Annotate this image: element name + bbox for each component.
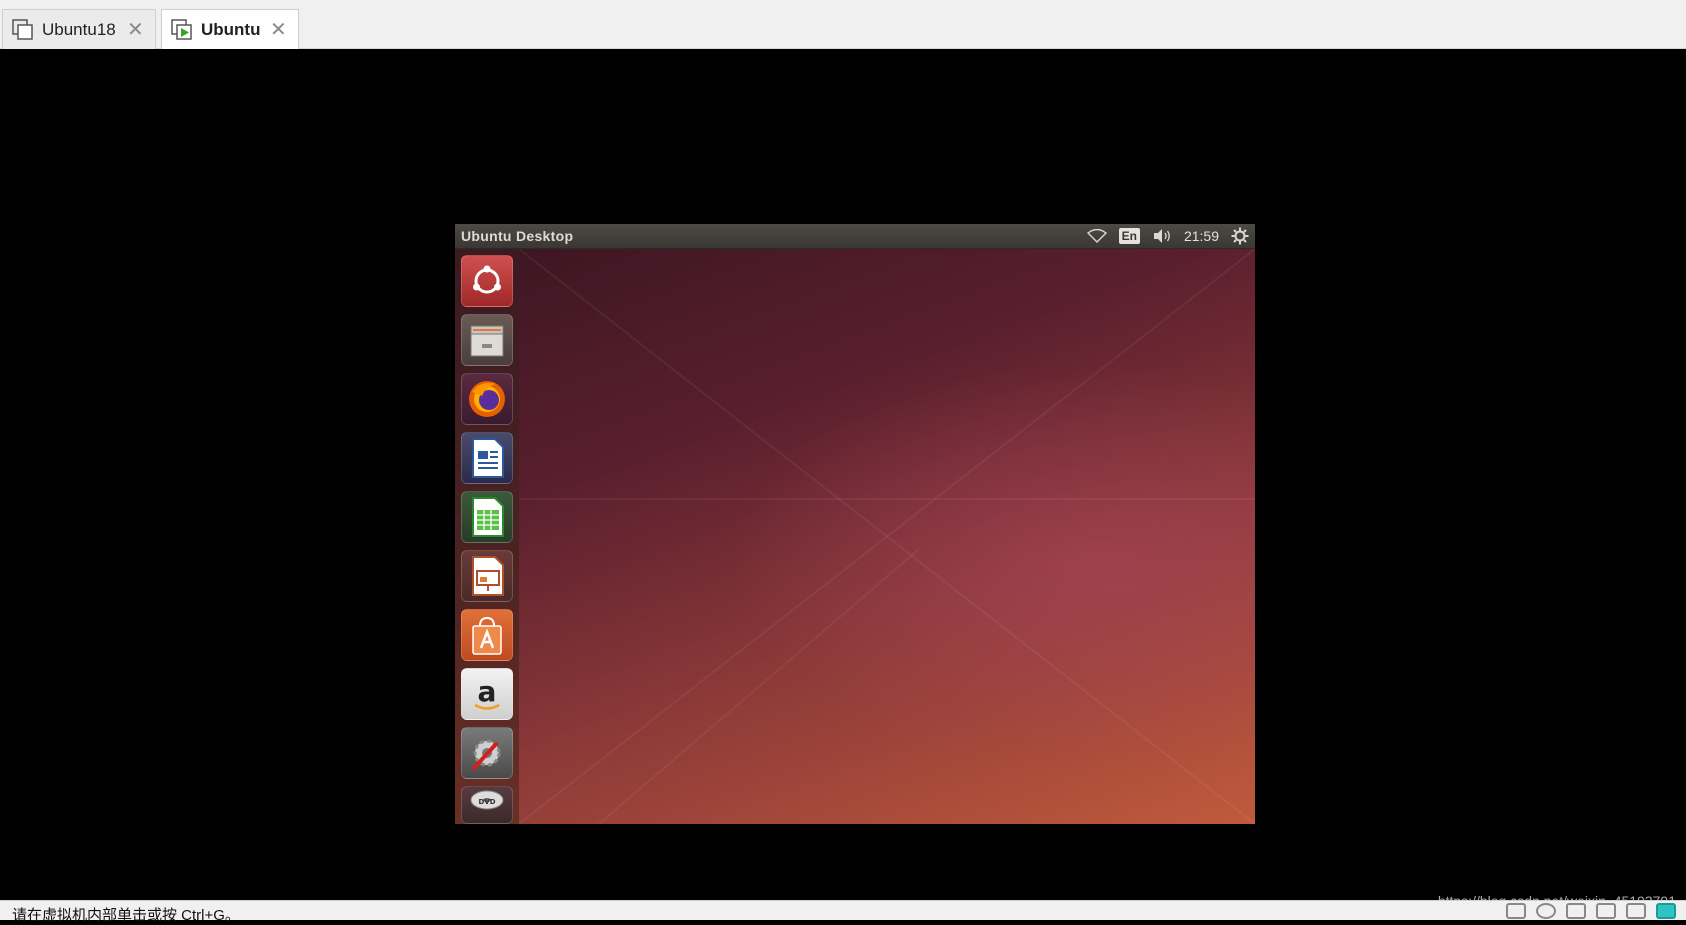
file-cabinet-icon[interactable] [461,314,513,366]
wallpaper-pattern [519,249,1255,824]
amazon-icon[interactable]: a [461,668,513,720]
volume-icon[interactable] [1152,228,1172,244]
libreoffice-impress-icon[interactable] [461,550,513,602]
sound-icon[interactable] [1626,903,1646,919]
desktop-wallpaper[interactable] [519,249,1255,824]
libreoffice-calc-icon[interactable] [461,491,513,543]
clock[interactable]: 21:59 [1184,228,1219,244]
ubuntu-top-panel: Ubuntu Desktop En 21:59 [455,224,1255,249]
guest-screen[interactable]: Ubuntu Desktop En 21:59 a DVD [455,224,1255,824]
tab-ubuntu18[interactable]: Ubuntu18 ✕ [2,9,156,49]
dvd-icon[interactable]: DVD [461,786,513,824]
ubuntu-logo-icon[interactable] [461,255,513,307]
cd-drive-icon[interactable] [1536,903,1556,919]
display-icon[interactable] [1656,903,1676,919]
status-bar: 请在虚拟机内部单击或按 Ctrl+G。 [0,900,1686,924]
close-icon[interactable]: ✕ [127,20,144,40]
tab-label: Ubuntu18 [42,19,116,39]
firefox-icon[interactable] [461,373,513,425]
vm-icon [12,18,34,41]
unity-launcher: a DVD [455,249,520,824]
vm-tab-bar: Ubuntu18 ✕ Ubuntu ✕ [0,0,1686,49]
status-message: 请在虚拟机内部单击或按 Ctrl+G。 [12,907,240,924]
libreoffice-writer-icon[interactable] [461,432,513,484]
printer-icon[interactable] [1596,903,1616,919]
gear-icon[interactable] [1231,227,1249,245]
desktop-title: Ubuntu Desktop [461,228,574,244]
network-icon[interactable] [1566,903,1586,919]
input-method-indicator[interactable]: En [1118,228,1140,244]
device-status-icons [1506,903,1676,919]
vm-display[interactable]: Ubuntu Desktop En 21:59 a DVD [0,49,1686,900]
settings-wrench-icon[interactable] [461,727,513,779]
svg-text:DVD: DVD [478,798,495,806]
shopping-bag-icon[interactable] [461,609,513,661]
wifi-icon[interactable] [1086,229,1107,243]
tab-ubuntu[interactable]: Ubuntu ✕ [161,9,299,49]
vm-running-icon [171,18,193,41]
tab-label: Ubuntu [201,19,261,39]
svg-text:a: a [478,675,497,708]
close-icon[interactable]: ✕ [270,20,287,40]
hard-disk-icon[interactable] [1506,903,1526,919]
